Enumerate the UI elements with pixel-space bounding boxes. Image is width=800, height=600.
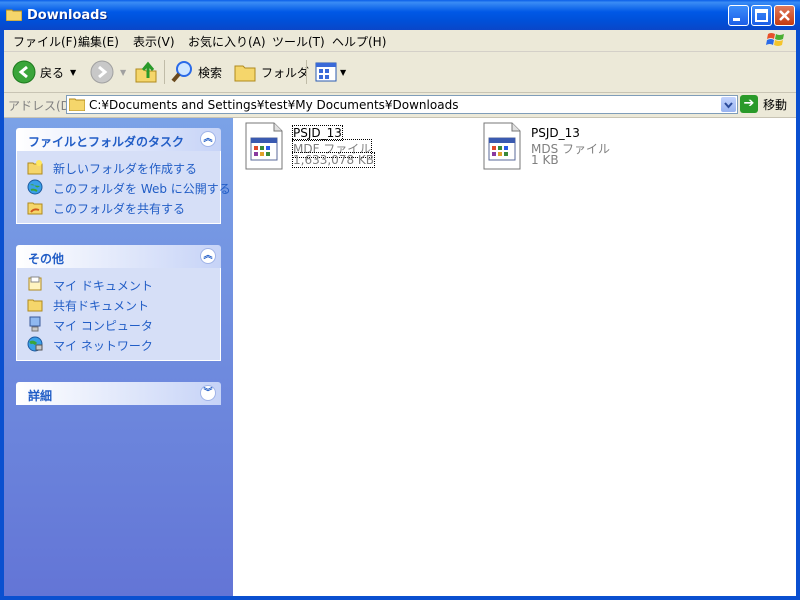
task-label: このフォルダを Web に公開する — [53, 182, 231, 196]
menu-favorites[interactable]: お気に入り(A) — [188, 33, 266, 50]
back-arrow-icon — [12, 60, 36, 84]
forward-arrow-icon — [90, 60, 114, 84]
menu-file[interactable]: ファイル(F) — [13, 33, 77, 50]
my-documents-icon — [28, 276, 42, 291]
search-icon — [171, 61, 192, 83]
place-my-documents[interactable]: マイ ドキュメント — [17, 274, 220, 294]
back-button[interactable]: 戻る ▼ — [12, 58, 76, 86]
minimize-button[interactable] — [728, 5, 749, 26]
place-my-network[interactable]: マイ ネットワーク — [17, 334, 220, 354]
maximize-icon — [755, 9, 768, 22]
close-button[interactable] — [774, 5, 795, 26]
new-folder-icon — [27, 160, 43, 175]
panel-title: 詳細 — [28, 389, 53, 403]
back-label: 戻る — [40, 65, 65, 80]
task-label: 新しいフォルダを作成する — [53, 162, 198, 176]
panel-header[interactable]: その他 ︽ — [16, 245, 221, 268]
go-label: 移動 — [763, 97, 788, 112]
file-size: 1,633,078 KB — [292, 152, 375, 168]
folders-icon — [234, 65, 256, 82]
menu-tools[interactable]: ツール(T) — [272, 33, 325, 50]
collapse-chevron-icon[interactable]: ︽ — [200, 248, 216, 264]
expand-chevron-icon[interactable]: ︾ — [200, 385, 216, 401]
views-button[interactable]: ▼ — [314, 58, 346, 86]
file-name: PSJD_13 — [292, 125, 343, 141]
panel-title: ファイルとフォルダのタスク — [28, 135, 185, 149]
back-dropdown-icon[interactable]: ▼ — [70, 68, 76, 77]
place-label: マイ コンピュータ — [53, 319, 153, 333]
toolbar-separator — [306, 60, 307, 84]
file-list: PSJD_13 MDF ファイル 1,633,078 KB PSJD_13 MD… — [233, 118, 796, 596]
panel-body: マイ ドキュメント 共有ドキュメント マイ コンピュータ マイ ネットワーク — [16, 268, 221, 361]
menu-view[interactable]: 表示(V) — [133, 33, 175, 50]
disc-image-file-icon — [245, 122, 283, 170]
address-label: アドレス(D) — [8, 99, 75, 113]
place-shared-documents[interactable]: 共有ドキュメント — [17, 294, 220, 314]
folder-icon — [69, 98, 85, 111]
window-title: Downloads — [27, 8, 108, 23]
task-pane: ファイルとフォルダのタスク ︽ 新しいフォルダを作成する このフォルダを Web… — [4, 118, 233, 596]
up-folder-icon — [135, 61, 157, 83]
task-publish-web[interactable]: このフォルダを Web に公開する — [17, 177, 231, 197]
disc-image-file-icon — [483, 122, 521, 170]
place-label: マイ ドキュメント — [53, 279, 153, 293]
window-frame-bottom — [0, 596, 800, 600]
file-name: PSJD_13 — [531, 126, 580, 140]
collapse-chevron-icon[interactable]: ︽ — [200, 131, 216, 147]
address-input[interactable]: C:¥Documents and Settings¥test¥My Docume… — [66, 95, 738, 114]
panel-title: その他 — [28, 252, 65, 266]
network-icon — [27, 336, 43, 352]
address-bar: アドレス(D) C:¥Documents and Settings¥test¥M… — [4, 93, 796, 118]
file-item[interactable]: PSJD_13 MDF ファイル 1,633,078 KB — [245, 122, 445, 172]
task-share-folder[interactable]: このフォルダを共有する — [17, 197, 220, 217]
panel-header[interactable]: ファイルとフォルダのタスク ︽ — [16, 128, 221, 151]
panel-body: 新しいフォルダを作成する このフォルダを Web に公開する このフォルダを共有… — [16, 151, 231, 224]
file-item[interactable]: PSJD_13 MDS ファイル 1 KB — [483, 122, 683, 172]
folder-icon — [6, 9, 22, 21]
title-bar: Downloads — [0, 0, 800, 30]
chevron-down-icon — [724, 102, 733, 109]
task-label: このフォルダを共有する — [53, 202, 186, 216]
views-icon — [315, 62, 337, 82]
file-size: 1 KB — [531, 153, 559, 167]
menu-bar: ファイル(F) 編集(E) 表示(V) お気に入り(A) ツール(T) ヘルプ(… — [4, 30, 796, 52]
place-label: 共有ドキュメント — [53, 299, 150, 313]
address-path: C:¥Documents and Settings¥test¥My Docume… — [89, 98, 459, 112]
place-my-computer[interactable]: マイ コンピュータ — [17, 314, 220, 334]
toolbar: 戻る ▼ ▼ 検索 フォルダ ▼ — [4, 52, 796, 93]
shared-folder-icon — [27, 202, 43, 215]
go-arrow-icon: ➔ — [740, 95, 758, 113]
views-dropdown-icon: ▼ — [340, 67, 347, 77]
globe-icon — [27, 179, 43, 195]
panel-file-folder-tasks: ファイルとフォルダのタスク ︽ 新しいフォルダを作成する このフォルダを Web… — [16, 128, 231, 224]
up-folder-button[interactable] — [134, 58, 158, 86]
windows-logo-icon — [766, 33, 784, 46]
maximize-button[interactable] — [751, 5, 772, 26]
folders-label: フォルダ — [261, 65, 310, 80]
folders-button[interactable]: フォルダ — [233, 58, 309, 86]
folder-icon — [27, 299, 43, 312]
search-button[interactable]: 検索 — [170, 58, 222, 86]
panel-header[interactable]: 詳細 ︾ — [16, 382, 221, 405]
place-label: マイ ネットワーク — [53, 339, 153, 353]
task-new-folder[interactable]: 新しいフォルダを作成する — [17, 157, 220, 177]
computer-icon — [29, 316, 41, 332]
go-button[interactable]: ➔ 移動 — [740, 95, 787, 113]
address-dropdown-button[interactable] — [721, 97, 736, 112]
forward-dropdown-icon[interactable]: ▼ — [120, 68, 126, 77]
toolbar-separator — [164, 60, 165, 84]
panel-details: 詳細 ︾ — [16, 382, 221, 405]
menu-edit[interactable]: 編集(E) — [78, 33, 119, 50]
search-label: 検索 — [198, 65, 223, 80]
menu-help[interactable]: ヘルプ(H) — [332, 33, 386, 50]
window-frame-right — [796, 30, 800, 600]
panel-other-places: その他 ︽ マイ ドキュメント 共有ドキュメント マイ コンピュータ マイ ネッ… — [16, 245, 221, 361]
forward-button[interactable]: ▼ — [90, 58, 126, 86]
close-icon — [779, 10, 790, 21]
minimize-icon — [733, 18, 740, 21]
